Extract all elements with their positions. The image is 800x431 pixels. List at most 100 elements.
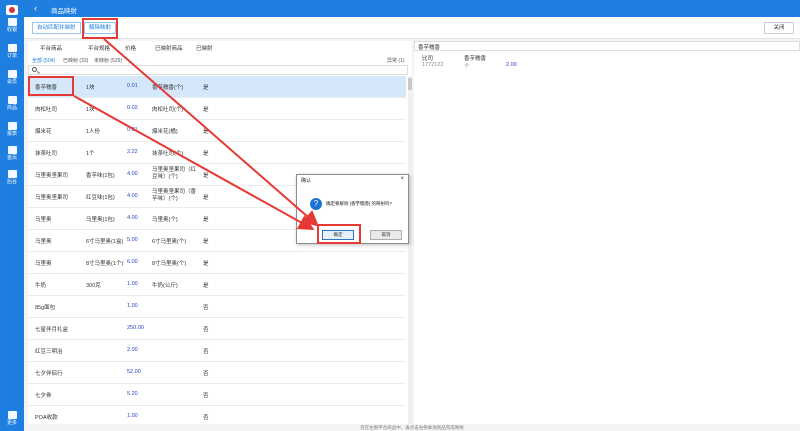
cell-mapped: 否 (203, 327, 209, 333)
cell-name: 七夕伴侣行 (35, 371, 63, 377)
product-icon (7, 96, 17, 104)
local-goods-price: 2.00 (506, 62, 517, 68)
cell-mapped-goods: 香芋糯香(个) (152, 85, 184, 91)
cell-name: 七夕券 (35, 393, 52, 399)
action-bar: 自动匹配并映射 解除映射 关闭 (24, 17, 800, 39)
scrollbar[interactable] (408, 76, 412, 424)
cell-mapped-goods: 牛奶(公斤) (152, 283, 178, 289)
local-goods-name: 香芋糯香 (464, 56, 487, 62)
filter-bar: 全部 (504) 已映射 (33) 未映射 (529) 异常 (1) (28, 55, 412, 64)
close-button[interactable]: 关闭 (764, 22, 794, 34)
local-goods-row[interactable]: 比司 1772122 香芋糯香 个 2.00 (414, 53, 800, 73)
cell-price: 1.00 (127, 303, 138, 309)
table-row[interactable]: 爆米花 1人份 0.01 爆米花(桶) 是 (28, 120, 406, 142)
col-mapped-goods: 已映射商品 (155, 46, 183, 52)
cell-mapped-goods: 马里奥坚果司（香芋味）(个) (152, 189, 197, 202)
more-icon (7, 411, 17, 419)
cell-mapped-goods: 8寸马里奥(个) (152, 261, 187, 267)
highlight-selected-row (28, 76, 74, 96)
cell-spec: 6寸马里奥(1盒) (86, 239, 124, 245)
cell-spec: 1个 (86, 151, 95, 157)
dialog-title: 确认 (301, 178, 312, 184)
cell-name: 85g面包 (35, 305, 56, 311)
cell-mapped: 是 (203, 129, 209, 135)
cell-price: 1.00 (127, 413, 138, 419)
cell-mapped: 是 (203, 85, 209, 91)
cell-price: 250.00 (127, 325, 144, 331)
sidebar-item-backend[interactable]: 后台 (0, 170, 24, 185)
cell-mapped: 是 (203, 261, 209, 267)
filter-all[interactable]: 全部 (504) (32, 57, 55, 64)
cell-name: 红豆三明治 (35, 349, 63, 355)
table-row[interactable]: 牛奶 300克 1.00 牛奶(公斤) 是 (28, 274, 406, 296)
search-icon (32, 67, 37, 72)
cell-name: 七星伴月礼盒 (35, 327, 69, 333)
cell-mapped: 否 (203, 393, 209, 399)
table-row[interactable]: 香芋糯香 1块 0.01 香芋糯香(个) 是 (28, 76, 406, 98)
auto-map-button[interactable]: 自动匹配并映射 (32, 22, 81, 34)
order-icon (7, 44, 17, 52)
cell-mapped: 否 (203, 305, 209, 311)
page-title: 商品映射 (51, 8, 77, 15)
cell-price: 52.00 (127, 369, 141, 375)
cell-mapped: 是 (203, 217, 209, 223)
cell-price: 0.01 (127, 83, 138, 89)
filter-abnormal[interactable]: 异常 (1) (387, 57, 405, 64)
cell-name: 牛奶 (35, 283, 47, 289)
cell-price: 4.00 (127, 193, 138, 199)
cell-spec: 1人份 (86, 129, 101, 135)
sidebar-item-members[interactable]: 会员 (0, 70, 24, 85)
sidebar-item-more[interactable]: 更多 (0, 411, 24, 426)
cell-price: 0.02 (127, 105, 138, 111)
cell-spec: 红豆味(1包) (86, 195, 115, 201)
table-row[interactable]: 七星伴月礼盒 250.00 否 (28, 318, 406, 340)
confirm-cancel-button[interactable]: 取消 (370, 230, 402, 240)
cell-name: 马里奥坚果司 (35, 195, 69, 201)
highlight-ok-button (317, 224, 361, 244)
title-bar: ‹ 商品映射 (24, 0, 800, 17)
local-goods-unit: 个 (464, 64, 470, 70)
cell-spec: 香芋味(1包) (86, 173, 115, 179)
table-row[interactable]: 红豆三明治 2.00 否 (28, 340, 406, 362)
local-goods-code: 1772122 (422, 62, 444, 68)
cell-price: 4.00 (127, 171, 138, 177)
back-icon[interactable]: ‹ (34, 3, 37, 13)
table-row[interactable]: 抹茶吐司 1个 2.22 抹茶吐司(个) 是 (28, 142, 406, 164)
sidebar-item-reports[interactable]: 报表 (0, 122, 24, 137)
app-logo (6, 5, 18, 15)
table-row[interactable]: 七夕伴侣行 52.00 否 (28, 362, 406, 384)
col-platform-goods: 平台商品 (40, 46, 63, 52)
local-search-input[interactable]: 香芋糯香 (414, 41, 800, 51)
cell-mapped: 是 (203, 239, 209, 245)
close-icon[interactable]: × (400, 176, 404, 182)
cell-mapped: 否 (203, 371, 209, 377)
local-goods-panel: 香芋糯香 比司 1772122 香芋糯香 个 2.00 (414, 41, 800, 424)
table-row[interactable]: 85g面包 1.00 否 (28, 296, 406, 318)
cell-name: 马里奥坚果司 (35, 173, 69, 179)
sidebar-item-products[interactable]: 商品 (0, 96, 24, 111)
cell-mapped: 是 (203, 151, 209, 157)
cell-mapped-goods: 爆米花(桶) (152, 129, 178, 135)
filter-unmapped[interactable]: 未映射 (529) (94, 57, 122, 64)
cell-mapped-goods: 肉松吐司(个) (152, 107, 184, 113)
cell-spec: 马里奥(1包) (86, 217, 115, 223)
question-icon: ? (310, 198, 322, 210)
sidebar-item-cashier[interactable]: 收银 (0, 18, 24, 33)
goods-search-input[interactable] (28, 65, 408, 75)
cell-spec: 8寸马里奥(1个) (86, 261, 124, 267)
filter-mapped[interactable]: 已映射 (33) (63, 57, 88, 64)
sidebar-item-orders[interactable]: 订单 (0, 44, 24, 59)
table-row[interactable]: POA收款 1.00 否 (28, 406, 406, 424)
cell-mapped-goods: 马里奥(个) (152, 217, 178, 223)
goods-list: 香芋糯香 1块 0.01 香芋糯香(个) 是肉松吐司 1块 0.02 肉松吐司(个) 是爆米花 1… (28, 76, 406, 424)
cell-price: 5.20 (127, 391, 138, 397)
local-goods-code-label: 比司 (422, 56, 434, 62)
table-row[interactable]: 马里奥 8寸马里奥(1个) 6.00 8寸马里奥(个) 是 (28, 252, 406, 274)
cell-name: 马里奥 (35, 217, 52, 223)
sidebar-item-home[interactable]: 首页 (0, 146, 24, 161)
cell-mapped: 是 (203, 283, 209, 289)
scrollbar-thumb[interactable] (408, 78, 412, 90)
table-row[interactable]: 肉松吐司 1块 0.02 肉松吐司(个) 是 (28, 98, 406, 120)
table-row[interactable]: 七夕券 5.20 否 (28, 384, 406, 406)
cell-name: 肉松吐司 (35, 107, 58, 113)
